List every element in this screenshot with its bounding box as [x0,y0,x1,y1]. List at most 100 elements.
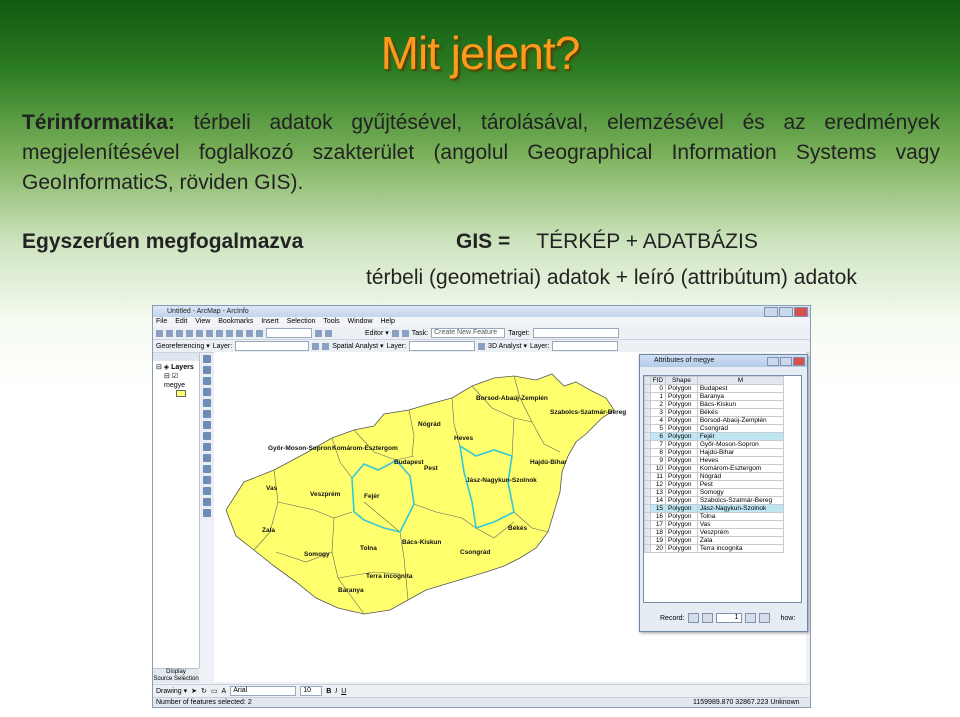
3d-layer-dropdown[interactable] [552,341,619,351]
table-row[interactable]: 6 Polygon Fejér [644,432,785,441]
record-field[interactable]: 1 [715,613,742,623]
hyperlink-icon[interactable] [203,509,211,517]
col-shape[interactable]: Shape [665,376,698,385]
editor-menu[interactable]: Editor ▾ [365,329,389,337]
delete-icon[interactable] [226,329,233,337]
rotate-icon[interactable] [312,342,320,350]
font-size-dropdown[interactable]: 10 [300,686,323,696]
print-icon[interactable] [186,329,193,337]
table-row[interactable]: 2 Polygon Bács-Kiskun [644,400,785,409]
copy-icon[interactable] [206,329,213,337]
rotate-element-icon[interactable]: ↻ [201,687,207,695]
attr-close-button[interactable] [793,357,805,366]
histogram-icon[interactable] [478,342,486,350]
table-row[interactable]: 10 Polygon Komárom-Esztergom [644,464,785,473]
maximize-button[interactable] [779,307,793,317]
col-fid[interactable]: FID [649,376,667,385]
paste-icon[interactable] [216,329,223,337]
italic-icon[interactable]: I [335,688,337,695]
arctoolbox-icon[interactable] [325,329,332,337]
menu-insert[interactable]: Insert [261,318,279,325]
table-row[interactable]: 7 Polygon Győr-Moson-Sopron [644,440,785,449]
attr-maximize-button[interactable] [780,357,792,366]
toc-layers[interactable]: ⊟ ◈ Layers [156,363,197,372]
table-row[interactable]: 15 Polygon Jász-Nagykun-Szolnok [644,504,785,513]
select-elements-arrow-icon[interactable]: ➤ [191,687,197,695]
table-row[interactable]: 14 Polygon Szabolcs-Szatmár-Bereg [644,496,785,505]
last-record-button[interactable] [758,613,770,623]
table-row[interactable]: 18 Polygon Veszprém [644,528,785,537]
table-row[interactable]: 8 Polygon Hajdú-Bihar [644,448,785,457]
table-row[interactable]: 5 Polygon Csongrád [644,424,785,433]
close-button[interactable] [794,307,808,317]
georef-layer-dropdown[interactable] [235,341,310,351]
find-icon[interactable] [203,487,211,495]
toc-tab-source[interactable]: Source [153,676,172,682]
menu-window[interactable]: Window [348,318,373,325]
rectangle-icon[interactable]: ▭ [211,687,218,695]
table-row[interactable]: 12 Polygon Pest [644,480,785,489]
spatial-layer-dropdown[interactable] [409,341,476,351]
font-dropdown[interactable]: Arial [230,686,297,696]
select-elements-icon[interactable] [203,465,211,473]
table-row[interactable]: 17 Polygon Vas [644,520,785,529]
menu-tools[interactable]: Tools [323,318,339,325]
cut-icon[interactable] [196,329,203,337]
table-row[interactable]: 19 Polygon Zala [644,536,785,545]
zoom-in-icon[interactable] [203,355,211,363]
table-row[interactable]: 3 Polygon Békés [644,408,785,417]
select-features-icon[interactable] [203,443,211,451]
first-record-button[interactable] [687,613,699,623]
table-row[interactable]: 0 Polygon Budapest [644,384,785,393]
toc-layer-megye[interactable]: ⊟ ☑ megye [156,372,197,390]
menu-edit[interactable]: Edit [175,318,187,325]
table-row[interactable]: 20 Polygon Terra incognita [644,544,785,553]
table-row[interactable]: 11 Polygon Nógrád [644,472,785,481]
redo-icon[interactable] [246,329,253,337]
task-dropdown[interactable]: Create New Feature [431,328,506,338]
sketch-tool-icon[interactable] [401,329,409,337]
undo-icon[interactable] [236,329,243,337]
table-row[interactable]: 1 Polygon Baranya [644,392,785,401]
identify-icon[interactable] [203,476,211,484]
edit-tool-icon[interactable] [391,329,399,337]
table-row[interactable]: 4 Polygon Borsod-Abaúj-Zemplén [644,416,785,425]
fixed-zoom-in-icon[interactable] [203,377,211,385]
menu-help[interactable]: Help [380,318,394,325]
save-icon[interactable] [176,329,183,337]
target-dropdown[interactable] [532,328,619,338]
table-row[interactable]: 16 Polygon Tolna [644,512,785,521]
prev-record-button[interactable] [701,613,713,623]
open-icon[interactable] [166,329,173,337]
toc-tab-display[interactable]: Display [153,669,199,676]
menu-bookmarks[interactable]: Bookmarks [218,318,253,325]
new-icon[interactable] [156,329,163,337]
pan-icon[interactable] [203,399,211,407]
table-row[interactable]: 9 Polygon Heves [644,456,785,465]
fixed-zoom-out-icon[interactable] [203,388,211,396]
table-row[interactable]: 13 Polygon Somogy [644,488,785,497]
3d-analyst-menu[interactable]: 3D Analyst ▾ [488,342,527,350]
forward-icon[interactable] [203,432,211,440]
zoom-out-icon[interactable] [203,366,211,374]
full-extent-icon[interactable] [203,410,211,418]
add-data-icon[interactable] [256,329,263,337]
next-record-button[interactable] [744,613,756,623]
col-m[interactable]: M [696,376,785,385]
text-icon[interactable]: A [222,688,227,695]
minimize-button[interactable] [764,307,778,317]
clear-selection-icon[interactable] [203,454,211,462]
bold-icon[interactable]: B [326,688,331,695]
editor-toolbar-icon[interactable] [315,329,322,337]
shift-icon[interactable] [322,342,330,350]
back-icon[interactable] [203,421,211,429]
menu-file[interactable]: File [156,318,167,325]
spatial-analyst-menu[interactable]: Spatial Analyst ▾ [332,342,383,350]
menu-view[interactable]: View [195,318,210,325]
attr-minimize-button[interactable] [767,357,779,366]
scale-field[interactable] [266,328,312,338]
drawing-menu[interactable]: Drawing ▾ [156,687,187,695]
georeferencing-menu[interactable]: Georeferencing ▾ [156,342,210,350]
toc-tab-selection[interactable]: Selection [174,676,199,682]
underline-icon[interactable]: U [341,688,346,695]
